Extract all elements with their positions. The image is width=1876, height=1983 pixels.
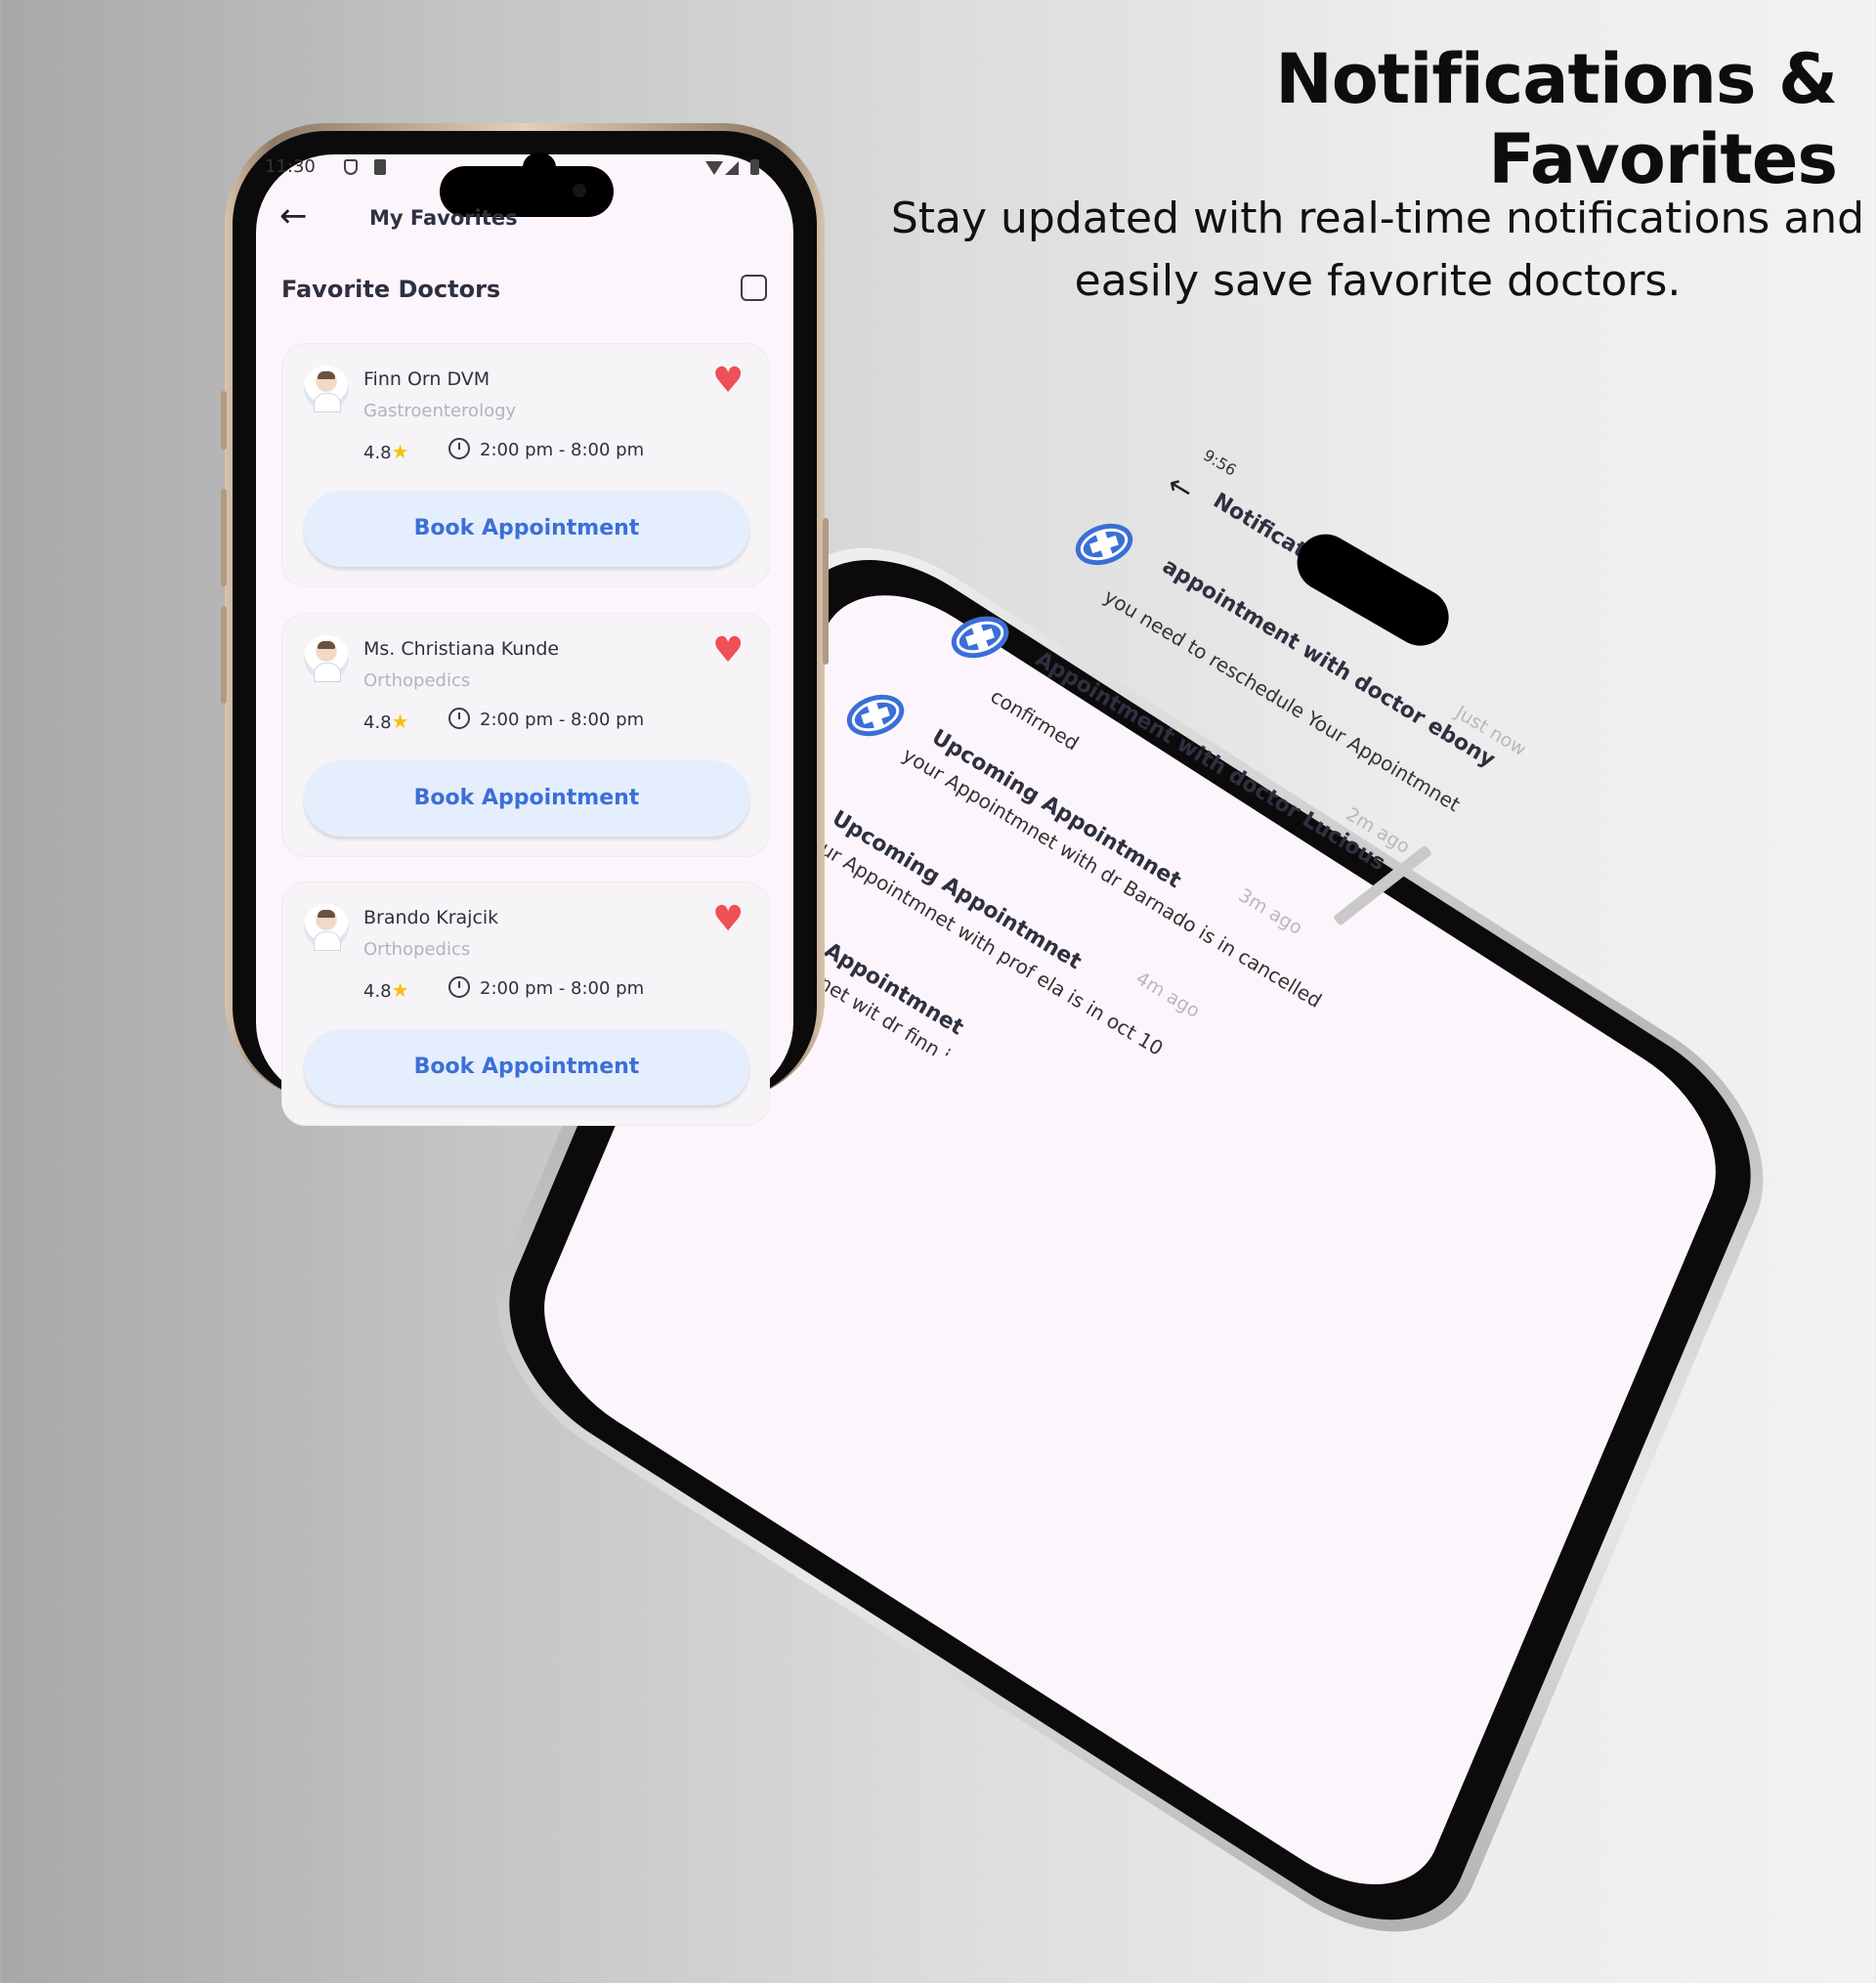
notif-item-time: 4m ago — [1131, 968, 1204, 1022]
doctor-hours: 2:00 pm - 8:00 pm — [480, 978, 645, 999]
notif-item-title[interactable]: Upcoming Appointmnet — [927, 725, 1185, 893]
heart-icon[interactable]: ♥ — [712, 633, 744, 668]
checkbox-icon[interactable] — [741, 275, 767, 301]
side-button — [221, 606, 227, 704]
doctor-rating: 4.8★ — [363, 978, 409, 1002]
book-appointment-button[interactable]: Book Appointment — [304, 1029, 749, 1105]
notif-status-time: 9:56 — [1200, 446, 1240, 480]
doctor-hours: 2:00 pm - 8:00 pm — [480, 710, 645, 730]
doctor-specialty: Orthopedics — [363, 939, 471, 960]
star-icon: ★ — [391, 978, 409, 1002]
book-appointment-button[interactable]: Book Appointment — [304, 760, 749, 837]
heart-icon[interactable]: ♥ — [712, 364, 744, 399]
side-button — [823, 518, 829, 665]
heart-icon[interactable]: ♥ — [712, 902, 744, 937]
doctor-rating: 4.8★ — [363, 710, 409, 733]
doctor-name: Brando Krajcik — [363, 907, 499, 928]
book-appointment-button[interactable]: Book Appointment — [304, 491, 749, 567]
camera-icon — [573, 184, 586, 197]
back-arrow-icon[interactable]: ← — [279, 199, 308, 233]
rating-value: 4.8 — [363, 712, 392, 733]
doctor-card[interactable]: Brando Krajcik Orthopedics 4.8★ 2:00 pm … — [282, 883, 769, 1125]
avatar — [304, 635, 349, 682]
page-title: My Favorites — [369, 206, 518, 230]
section-title: Favorite Doctors — [281, 276, 501, 303]
clock-icon — [448, 976, 470, 998]
medical-cross-icon — [841, 687, 910, 744]
doctor-card[interactable]: Finn Orn DVM Gastroenterology 4.8★ 2:00 … — [282, 344, 769, 586]
battery-icon — [750, 159, 759, 175]
doctor-name: Finn Orn DVM — [363, 368, 490, 390]
doctor-specialty: Orthopedics — [363, 670, 471, 691]
side-button — [221, 489, 227, 586]
star-icon: ★ — [391, 440, 409, 463]
doctor-card[interactable]: Ms. Christiana Kunde Orthopedics 4.8★ 2:… — [282, 614, 769, 856]
signal-icon — [725, 161, 739, 175]
medical-cross-icon — [946, 609, 1014, 666]
doctor-name: Ms. Christiana Kunde — [363, 638, 560, 660]
star-icon: ★ — [391, 710, 409, 733]
avatar — [304, 366, 349, 412]
notif-back-arrow-icon[interactable]: ← — [1161, 467, 1200, 509]
wifi-icon — [705, 161, 723, 175]
shield-icon — [344, 159, 358, 175]
avatar — [304, 904, 349, 951]
doctor-specialty: Gastroenterology — [363, 401, 517, 421]
notif-item-time: 3m ago — [1234, 884, 1306, 939]
rating-value: 4.8 — [363, 981, 392, 1002]
doctor-rating: 4.8★ — [363, 440, 409, 463]
sim-icon — [374, 159, 386, 175]
clock-icon — [448, 708, 470, 729]
side-button — [221, 391, 227, 450]
rating-value: 4.8 — [363, 443, 392, 463]
medical-cross-icon — [1070, 516, 1138, 573]
status-time: 11:30 — [265, 156, 316, 177]
clock-icon — [448, 438, 470, 459]
doctor-hours: 2:00 pm - 8:00 pm — [480, 440, 645, 460]
notif-item-body: confirmed — [986, 684, 1084, 755]
